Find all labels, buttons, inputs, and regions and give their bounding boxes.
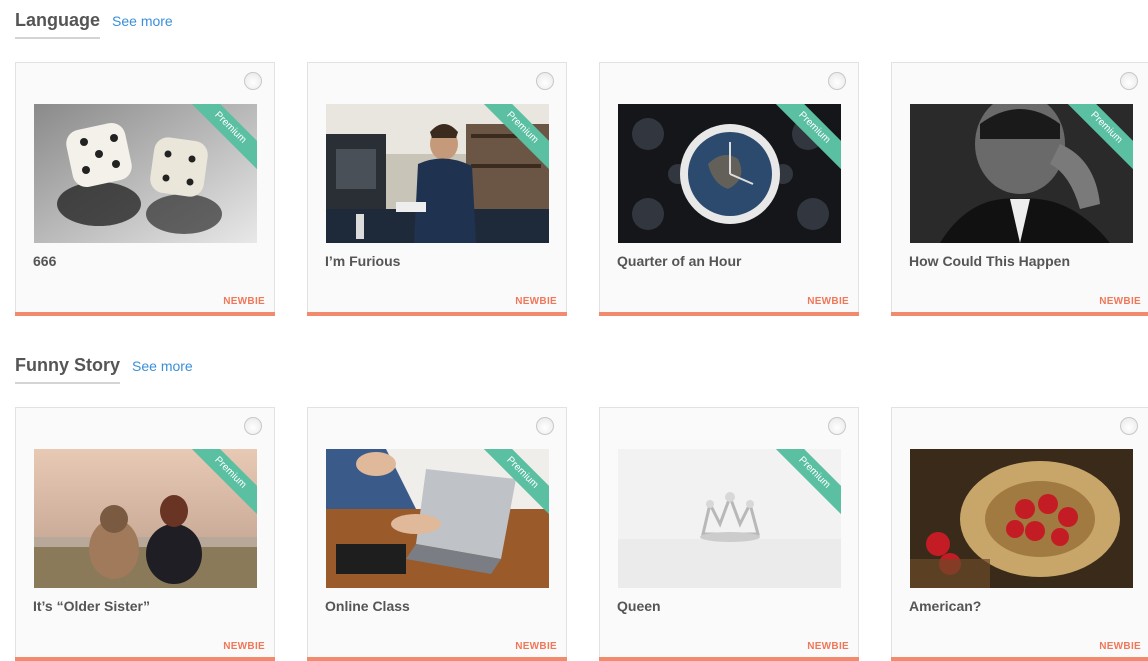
level-badge: NEWBIE [1099, 296, 1141, 307]
select-radio[interactable] [1120, 417, 1138, 435]
card-title: Quarter of an Hour [617, 253, 742, 269]
select-radio[interactable] [1120, 72, 1138, 90]
lesson-thumbnail-clock: Premium [618, 104, 841, 243]
premium-ribbon: Premium [771, 449, 841, 519]
card-title: 666 [33, 253, 57, 269]
premium-ribbon: Premium [479, 104, 549, 174]
lesson-card[interactable]: Premium How Could This Happen NEWBIE [891, 62, 1148, 316]
section-header: Language See more [15, 10, 173, 39]
card-title: Online Class [325, 598, 410, 614]
premium-ribbon: Premium [479, 449, 549, 519]
select-radio[interactable] [536, 417, 554, 435]
lesson-card[interactable]: American? NEWBIE [891, 407, 1148, 661]
premium-ribbon: Premium [187, 104, 257, 174]
level-badge: NEWBIE [807, 641, 849, 652]
lesson-card[interactable]: Premium I’m Furious NEWBIE [307, 62, 567, 316]
premium-ribbon: Premium [771, 104, 841, 174]
level-badge: NEWBIE [515, 641, 557, 652]
lesson-thumbnail-crying-man: Premium [910, 104, 1133, 243]
lesson-thumbnail-girl-with-dog: Premium [34, 449, 257, 588]
level-badge: NEWBIE [1099, 641, 1141, 652]
card-title: I’m Furious [325, 253, 401, 269]
card-title: How Could This Happen [909, 253, 1070, 269]
premium-label: Premium [1063, 104, 1133, 174]
lesson-thumbnail-laptop: Premium [326, 449, 549, 588]
premium-label: Premium [187, 104, 257, 174]
card-title: It’s “Older Sister” [33, 598, 150, 614]
select-radio[interactable] [244, 417, 262, 435]
level-badge: NEWBIE [223, 296, 265, 307]
select-radio[interactable] [828, 417, 846, 435]
lesson-thumbnail-barista: Premium [326, 104, 549, 243]
level-badge: NEWBIE [807, 296, 849, 307]
section-title: Language [15, 10, 101, 39]
see-more-link[interactable]: See more [112, 13, 173, 29]
premium-label: Premium [479, 104, 549, 174]
lesson-card[interactable]: Premium 666 NEWBIE [15, 62, 275, 316]
card-title: American? [909, 598, 982, 614]
lesson-card[interactable]: Premium Queen NEWBIE [599, 407, 859, 661]
section-header: Funny Story See more [15, 355, 193, 384]
section-title: Funny Story [15, 355, 121, 384]
select-radio[interactable] [828, 72, 846, 90]
level-badge: NEWBIE [223, 641, 265, 652]
select-radio[interactable] [536, 72, 554, 90]
premium-label: Premium [771, 104, 841, 174]
premium-ribbon: Premium [187, 449, 257, 519]
lesson-thumbnail-apples-in-hat [910, 449, 1133, 588]
lesson-card[interactable]: Premium It’s “Older Sister” NEWBIE [15, 407, 275, 661]
lesson-card[interactable]: Premium Quarter of an Hour NEWBIE [599, 62, 859, 316]
premium-label: Premium [771, 449, 841, 519]
level-badge: NEWBIE [515, 296, 557, 307]
see-more-link[interactable]: See more [132, 358, 193, 374]
select-radio[interactable] [244, 72, 262, 90]
lesson-thumbnail-tiara: Premium [618, 449, 841, 588]
card-title: Queen [617, 598, 661, 614]
premium-label: Premium [479, 449, 549, 519]
premium-ribbon: Premium [1063, 104, 1133, 174]
lesson-thumbnail-dice: Premium [34, 104, 257, 243]
lesson-card[interactable]: Premium Online Class NEWBIE [307, 407, 567, 661]
premium-label: Premium [187, 449, 257, 519]
